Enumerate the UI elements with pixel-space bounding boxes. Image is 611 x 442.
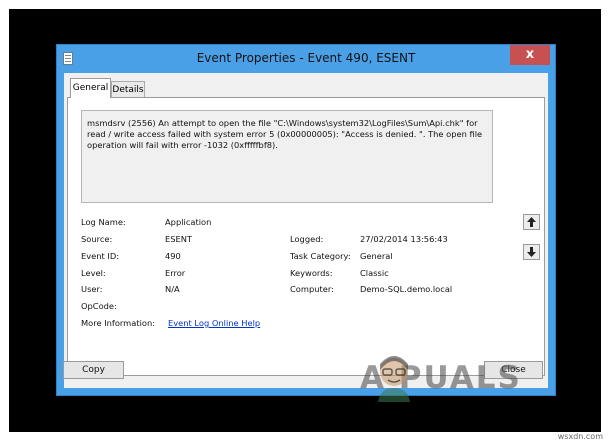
next-event-button[interactable]: [523, 244, 540, 260]
computer-label: Computer:: [290, 284, 334, 294]
user-label: User:: [81, 284, 103, 294]
log-name-value: Application: [165, 217, 212, 227]
source-watermark: wsxdn.com: [557, 432, 603, 441]
keywords-label: Keywords:: [290, 268, 333, 278]
level-value: Error: [165, 268, 186, 278]
computer-value: Demo-SQL.demo.local: [360, 284, 453, 294]
title-bar[interactable]: Event Properties - Event 490, ESENT x: [57, 45, 555, 73]
general-tab-panel: msmdsrv (2556) An attempt to open the fi…: [67, 97, 545, 376]
tab-details[interactable]: Details: [111, 81, 145, 98]
event-description[interactable]: msmdsrv (2556) An attempt to open the fi…: [81, 110, 493, 203]
task-category-label: Task Category:: [290, 251, 351, 261]
event-id-label: Event ID:: [81, 251, 120, 261]
event-log-online-help-link[interactable]: Event Log Online Help: [168, 318, 260, 329]
close-window-button[interactable]: x: [510, 45, 550, 65]
tab-general[interactable]: General: [70, 78, 111, 98]
arrow-up-icon: [527, 217, 536, 227]
log-name-label: Log Name:: [81, 217, 126, 227]
source-value: ESENT: [165, 234, 193, 244]
user-value: N/A: [165, 284, 180, 294]
arrow-down-icon: [527, 247, 536, 257]
logged-label: Logged:: [290, 234, 324, 244]
previous-event-button[interactable]: [523, 214, 540, 230]
appuals-mascot-icon: [378, 356, 410, 402]
keywords-value: Classic: [360, 268, 389, 278]
opcode-label: OpCode:: [81, 301, 117, 311]
event-id-value: 490: [165, 251, 181, 261]
task-category-value: General: [360, 251, 393, 261]
dialog-client-area: General Details msmdsrv (2556) An attemp…: [64, 73, 548, 388]
source-label: Source:: [81, 234, 113, 244]
more-info-label: More Information:: [81, 318, 156, 328]
logged-value: 27/02/2014 13:56:43: [360, 234, 448, 244]
copy-button[interactable]: Copy: [63, 361, 124, 379]
level-label: Level:: [81, 268, 106, 278]
window-title: Event Properties - Event 490, ESENT: [196, 51, 416, 65]
event-properties-window: Event Properties - Event 490, ESENT x Ge…: [56, 44, 556, 396]
